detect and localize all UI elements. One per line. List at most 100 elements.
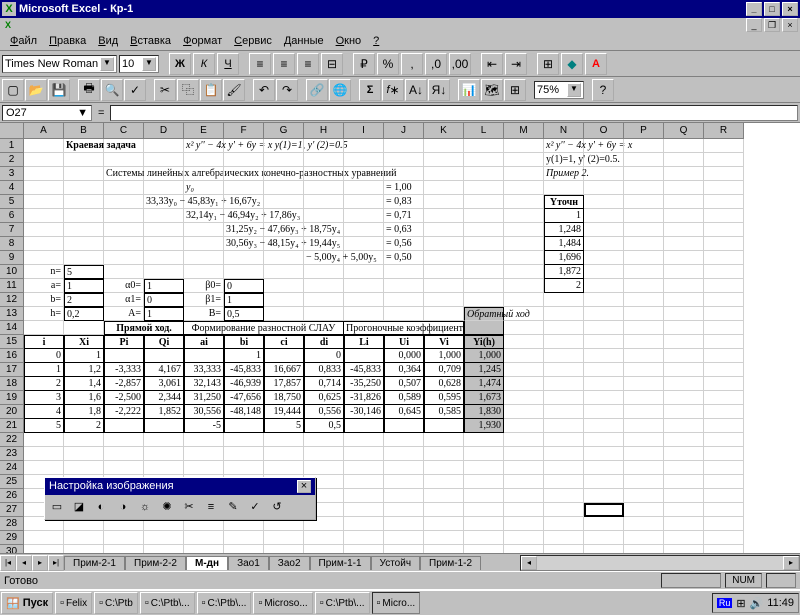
cell[interactable] (104, 181, 144, 195)
cell[interactable] (504, 265, 544, 279)
cell[interactable] (464, 293, 504, 307)
cell[interactable]: 1,474 (464, 377, 504, 391)
cell[interactable]: 1,2 (64, 363, 104, 377)
cell[interactable] (184, 223, 224, 237)
picture-toolbar[interactable]: Настройка изображения× ▭ ◪ ◐ ◑ ☼ ✺ ✂ ≡ ✎… (44, 477, 316, 520)
cell[interactable] (704, 181, 744, 195)
cell[interactable]: -47,656 (224, 391, 264, 405)
cell[interactable] (624, 209, 664, 223)
cell[interactable]: -30,146 (344, 405, 384, 419)
menu-Окно[interactable]: Окно (330, 33, 368, 49)
cell[interactable] (224, 419, 264, 433)
cell[interactable] (384, 475, 424, 489)
cell[interactable] (384, 419, 424, 433)
cell[interactable] (584, 237, 624, 251)
spell-button[interactable]: ✓ (124, 79, 146, 101)
cell[interactable] (424, 139, 464, 153)
cell[interactable] (664, 293, 704, 307)
cell[interactable] (344, 265, 384, 279)
row-header[interactable]: 4 (0, 181, 24, 195)
new-button[interactable]: ▢ (2, 79, 24, 101)
cell[interactable] (584, 321, 624, 335)
cell[interactable] (344, 489, 384, 503)
cell[interactable] (184, 251, 224, 265)
cell[interactable]: 19,444 (264, 405, 304, 419)
cell[interactable] (664, 307, 704, 321)
cell[interactable] (24, 209, 64, 223)
cell[interactable] (104, 195, 144, 209)
cell[interactable]: di (304, 335, 344, 349)
cell[interactable] (544, 181, 584, 195)
cell[interactable] (424, 293, 464, 307)
cell[interactable] (424, 545, 464, 553)
cell[interactable]: -35,250 (344, 377, 384, 391)
cell[interactable] (504, 321, 544, 335)
cell[interactable] (704, 531, 744, 545)
underline-button[interactable]: Ч (217, 53, 239, 75)
cell[interactable] (424, 153, 464, 167)
cell[interactable]: 0,507 (384, 377, 424, 391)
cell[interactable] (224, 265, 264, 279)
tab-first-button[interactable]: |◂ (0, 555, 16, 571)
cell[interactable]: Прогоночные коэффициенты (344, 321, 464, 335)
cell[interactable]: 16,667 (264, 363, 304, 377)
cell[interactable] (304, 223, 344, 237)
cell[interactable] (264, 461, 304, 475)
cell[interactable] (584, 265, 624, 279)
cell[interactable] (344, 517, 384, 531)
cell[interactable]: B= (184, 307, 224, 321)
cell[interactable] (224, 433, 264, 447)
cell[interactable]: 3 (24, 391, 64, 405)
cell[interactable] (504, 461, 544, 475)
bold-button[interactable]: Ж (169, 53, 191, 75)
cell[interactable] (104, 265, 144, 279)
cell[interactable] (264, 293, 304, 307)
cell[interactable] (344, 153, 384, 167)
cell[interactable] (584, 405, 624, 419)
cell[interactable] (184, 167, 224, 181)
borders-button[interactable]: ⊞ (537, 53, 559, 75)
cell[interactable]: x² y'' − 4x y' + 6y = x (544, 139, 584, 153)
cell[interactable] (144, 153, 184, 167)
cell[interactable] (24, 447, 64, 461)
cell[interactable] (664, 279, 704, 293)
row-header[interactable]: 15 (0, 335, 24, 349)
cell[interactable]: 5 (64, 265, 104, 279)
cell[interactable] (544, 321, 584, 335)
cell[interactable] (304, 181, 344, 195)
menu-?[interactable]: ? (367, 33, 385, 49)
cell[interactable] (424, 195, 464, 209)
cell[interactable] (104, 251, 144, 265)
picture-toolbar-close[interactable]: × (297, 480, 311, 493)
taskbar-button[interactable]: ▫C:\Ptb\... (140, 592, 195, 614)
cell[interactable] (624, 489, 664, 503)
cell[interactable]: 0,645 (384, 405, 424, 419)
cell[interactable]: i (24, 335, 64, 349)
cell[interactable]: h= (24, 307, 64, 321)
cell[interactable] (584, 447, 624, 461)
cell[interactable] (344, 209, 384, 223)
cell[interactable] (584, 363, 624, 377)
cell[interactable] (464, 489, 504, 503)
cell[interactable] (584, 419, 624, 433)
cell[interactable] (144, 209, 184, 223)
cell[interactable] (64, 531, 104, 545)
col-header[interactable]: I (344, 123, 384, 139)
cell[interactable] (544, 419, 584, 433)
cell[interactable]: 1,673 (464, 391, 504, 405)
cell[interactable] (504, 419, 544, 433)
cell[interactable] (464, 251, 504, 265)
row-header[interactable]: 14 (0, 321, 24, 335)
cell[interactable] (424, 419, 464, 433)
row-header[interactable]: 6 (0, 209, 24, 223)
cell[interactable] (544, 461, 584, 475)
cell[interactable] (504, 223, 544, 237)
cell[interactable] (664, 223, 704, 237)
cell[interactable] (664, 461, 704, 475)
cell[interactable] (24, 195, 64, 209)
cell[interactable]: 1 (224, 293, 264, 307)
cell[interactable] (64, 447, 104, 461)
col-header[interactable]: K (424, 123, 464, 139)
cell[interactable] (344, 223, 384, 237)
cell[interactable] (224, 251, 264, 265)
